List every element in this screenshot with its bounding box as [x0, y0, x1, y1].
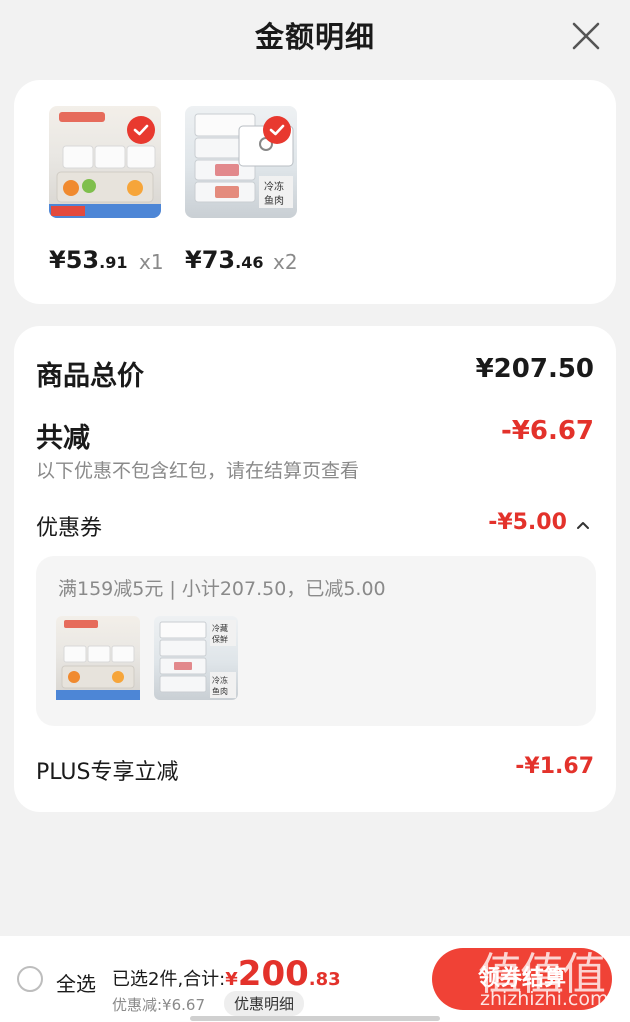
bottom-bar: 全选 已选2件,合计:¥200.83 优惠减:¥6.67 优惠明细 领券结算 — [0, 936, 630, 1022]
page-title: 金额明细 — [254, 20, 375, 54]
coupon-detail-box: 满159减5元 | 小计207.50，已减5.00 冷藏 保鲜 冷冻 鱼肉 — [36, 556, 596, 726]
close-icon[interactable] — [570, 20, 602, 52]
product-quantity: x2 — [273, 250, 298, 274]
total-amount-dec: .83 — [308, 969, 341, 990]
plus-label: PLUS专享立减 — [36, 760, 179, 785]
plus-value: -¥1.67 — [515, 754, 594, 779]
price-details-card: 商品总价 ¥207.50 共减 -¥6.67 以下优惠不包含红包，请在结算页查看… — [14, 326, 616, 812]
discount-text: 优惠减:¥6.67 — [112, 996, 205, 1014]
product-thumbnail[interactable]: 冷冻 鱼肉 — [185, 106, 297, 218]
currency-symbol: ¥ — [225, 969, 238, 990]
svg-text:鱼肉: 鱼肉 — [264, 194, 284, 207]
product-thumbnail[interactable] — [49, 106, 161, 218]
basket-image — [56, 620, 140, 700]
coupon-value: -¥5.00 — [488, 510, 567, 535]
chevron-up-icon[interactable] — [576, 520, 590, 530]
svg-text:冷藏: 冷藏 — [212, 623, 228, 633]
selected-check-icon[interactable] — [127, 116, 155, 144]
coupon-product-thumbnail: 冷藏 保鲜 冷冻 鱼肉 — [154, 616, 238, 700]
total-summary: 已选2件,合计:¥200.83 — [112, 954, 341, 994]
container-image: 冷藏 保鲜 冷冻 鱼肉 — [159, 620, 236, 698]
total-label: 商品总价 — [36, 361, 144, 392]
home-indicator — [190, 1016, 440, 1021]
svg-text:冷冻: 冷冻 — [212, 675, 228, 685]
svg-text:冷冻: 冷冻 — [264, 180, 284, 193]
total-value: ¥207.50 — [475, 354, 594, 384]
coupon-product-thumbnail — [56, 616, 140, 700]
reduce-label: 共减 — [36, 423, 90, 454]
coupon-value-group[interactable]: -¥5.00 — [488, 510, 590, 535]
total-amount-int: 200 — [237, 954, 309, 994]
coupon-detail-text: 满159减5元 | 小计207.50，已减5.00 — [58, 578, 386, 600]
checkout-button[interactable]: 领券结算 — [432, 948, 612, 1010]
reduce-note: 以下优惠不包含红包，请在结算页查看 — [36, 460, 360, 482]
header: 金额明细 — [0, 0, 630, 76]
discount-detail-button[interactable]: 优惠明细 — [224, 991, 305, 1016]
coupon-label: 优惠券 — [36, 516, 103, 541]
product-item[interactable]: 冷冻 鱼肉 ¥73.46 x2 — [185, 106, 298, 274]
reduce-value: -¥6.67 — [500, 416, 594, 446]
svg-text:保鲜: 保鲜 — [212, 634, 228, 644]
products-card: ¥53.91 x1 冷冻 鱼肉 ¥73.46 x2 — [14, 80, 616, 304]
product-price: ¥73.46 — [185, 246, 264, 274]
selected-check-icon[interactable] — [263, 116, 291, 144]
select-all-label[interactable]: 全选 — [56, 968, 96, 997]
product-quantity: x1 — [139, 250, 164, 274]
product-price: ¥53.91 — [49, 246, 128, 274]
product-item[interactable]: ¥53.91 x1 — [49, 106, 164, 274]
selected-count-text: 已选2件,合计: — [112, 969, 226, 990]
select-all-radio[interactable] — [17, 966, 43, 992]
svg-text:鱼肉: 鱼肉 — [212, 686, 228, 696]
